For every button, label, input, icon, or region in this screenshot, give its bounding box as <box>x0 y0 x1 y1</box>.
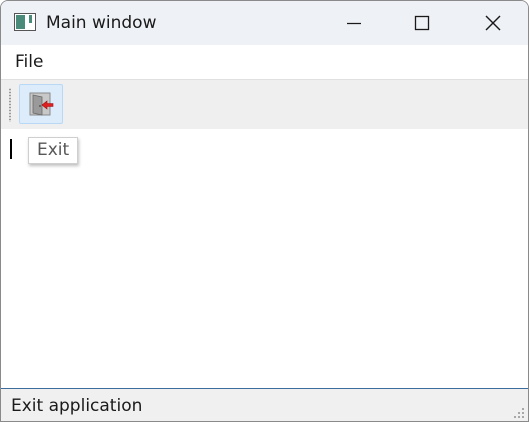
status-bar: Exit application <box>1 388 528 421</box>
exit-door-icon <box>29 92 54 116</box>
title-bar[interactable]: Main window <box>1 1 528 45</box>
status-message: Exit application <box>11 396 143 416</box>
app-window-icon <box>14 13 36 31</box>
window-title: Main window <box>46 13 157 33</box>
toolbar <box>1 79 528 130</box>
resize-grip-icon[interactable] <box>513 407 525 419</box>
close-icon <box>485 15 501 31</box>
menu-file[interactable]: File <box>7 49 51 75</box>
close-button[interactable] <box>458 1 528 45</box>
text-caret <box>10 139 12 159</box>
minimize-icon <box>347 22 361 25</box>
toolbar-grip-handle[interactable] <box>9 88 11 122</box>
exit-tooltip: Exit <box>28 137 79 164</box>
central-text-area[interactable]: Exit <box>1 129 528 388</box>
exit-toolbar-button[interactable] <box>19 84 63 124</box>
menu-bar: File <box>1 45 528 79</box>
maximize-icon <box>414 15 430 31</box>
minimize-button[interactable] <box>319 1 389 45</box>
main-window: Main window File Exit Exit application <box>0 0 529 422</box>
maximize-button[interactable] <box>387 1 457 45</box>
